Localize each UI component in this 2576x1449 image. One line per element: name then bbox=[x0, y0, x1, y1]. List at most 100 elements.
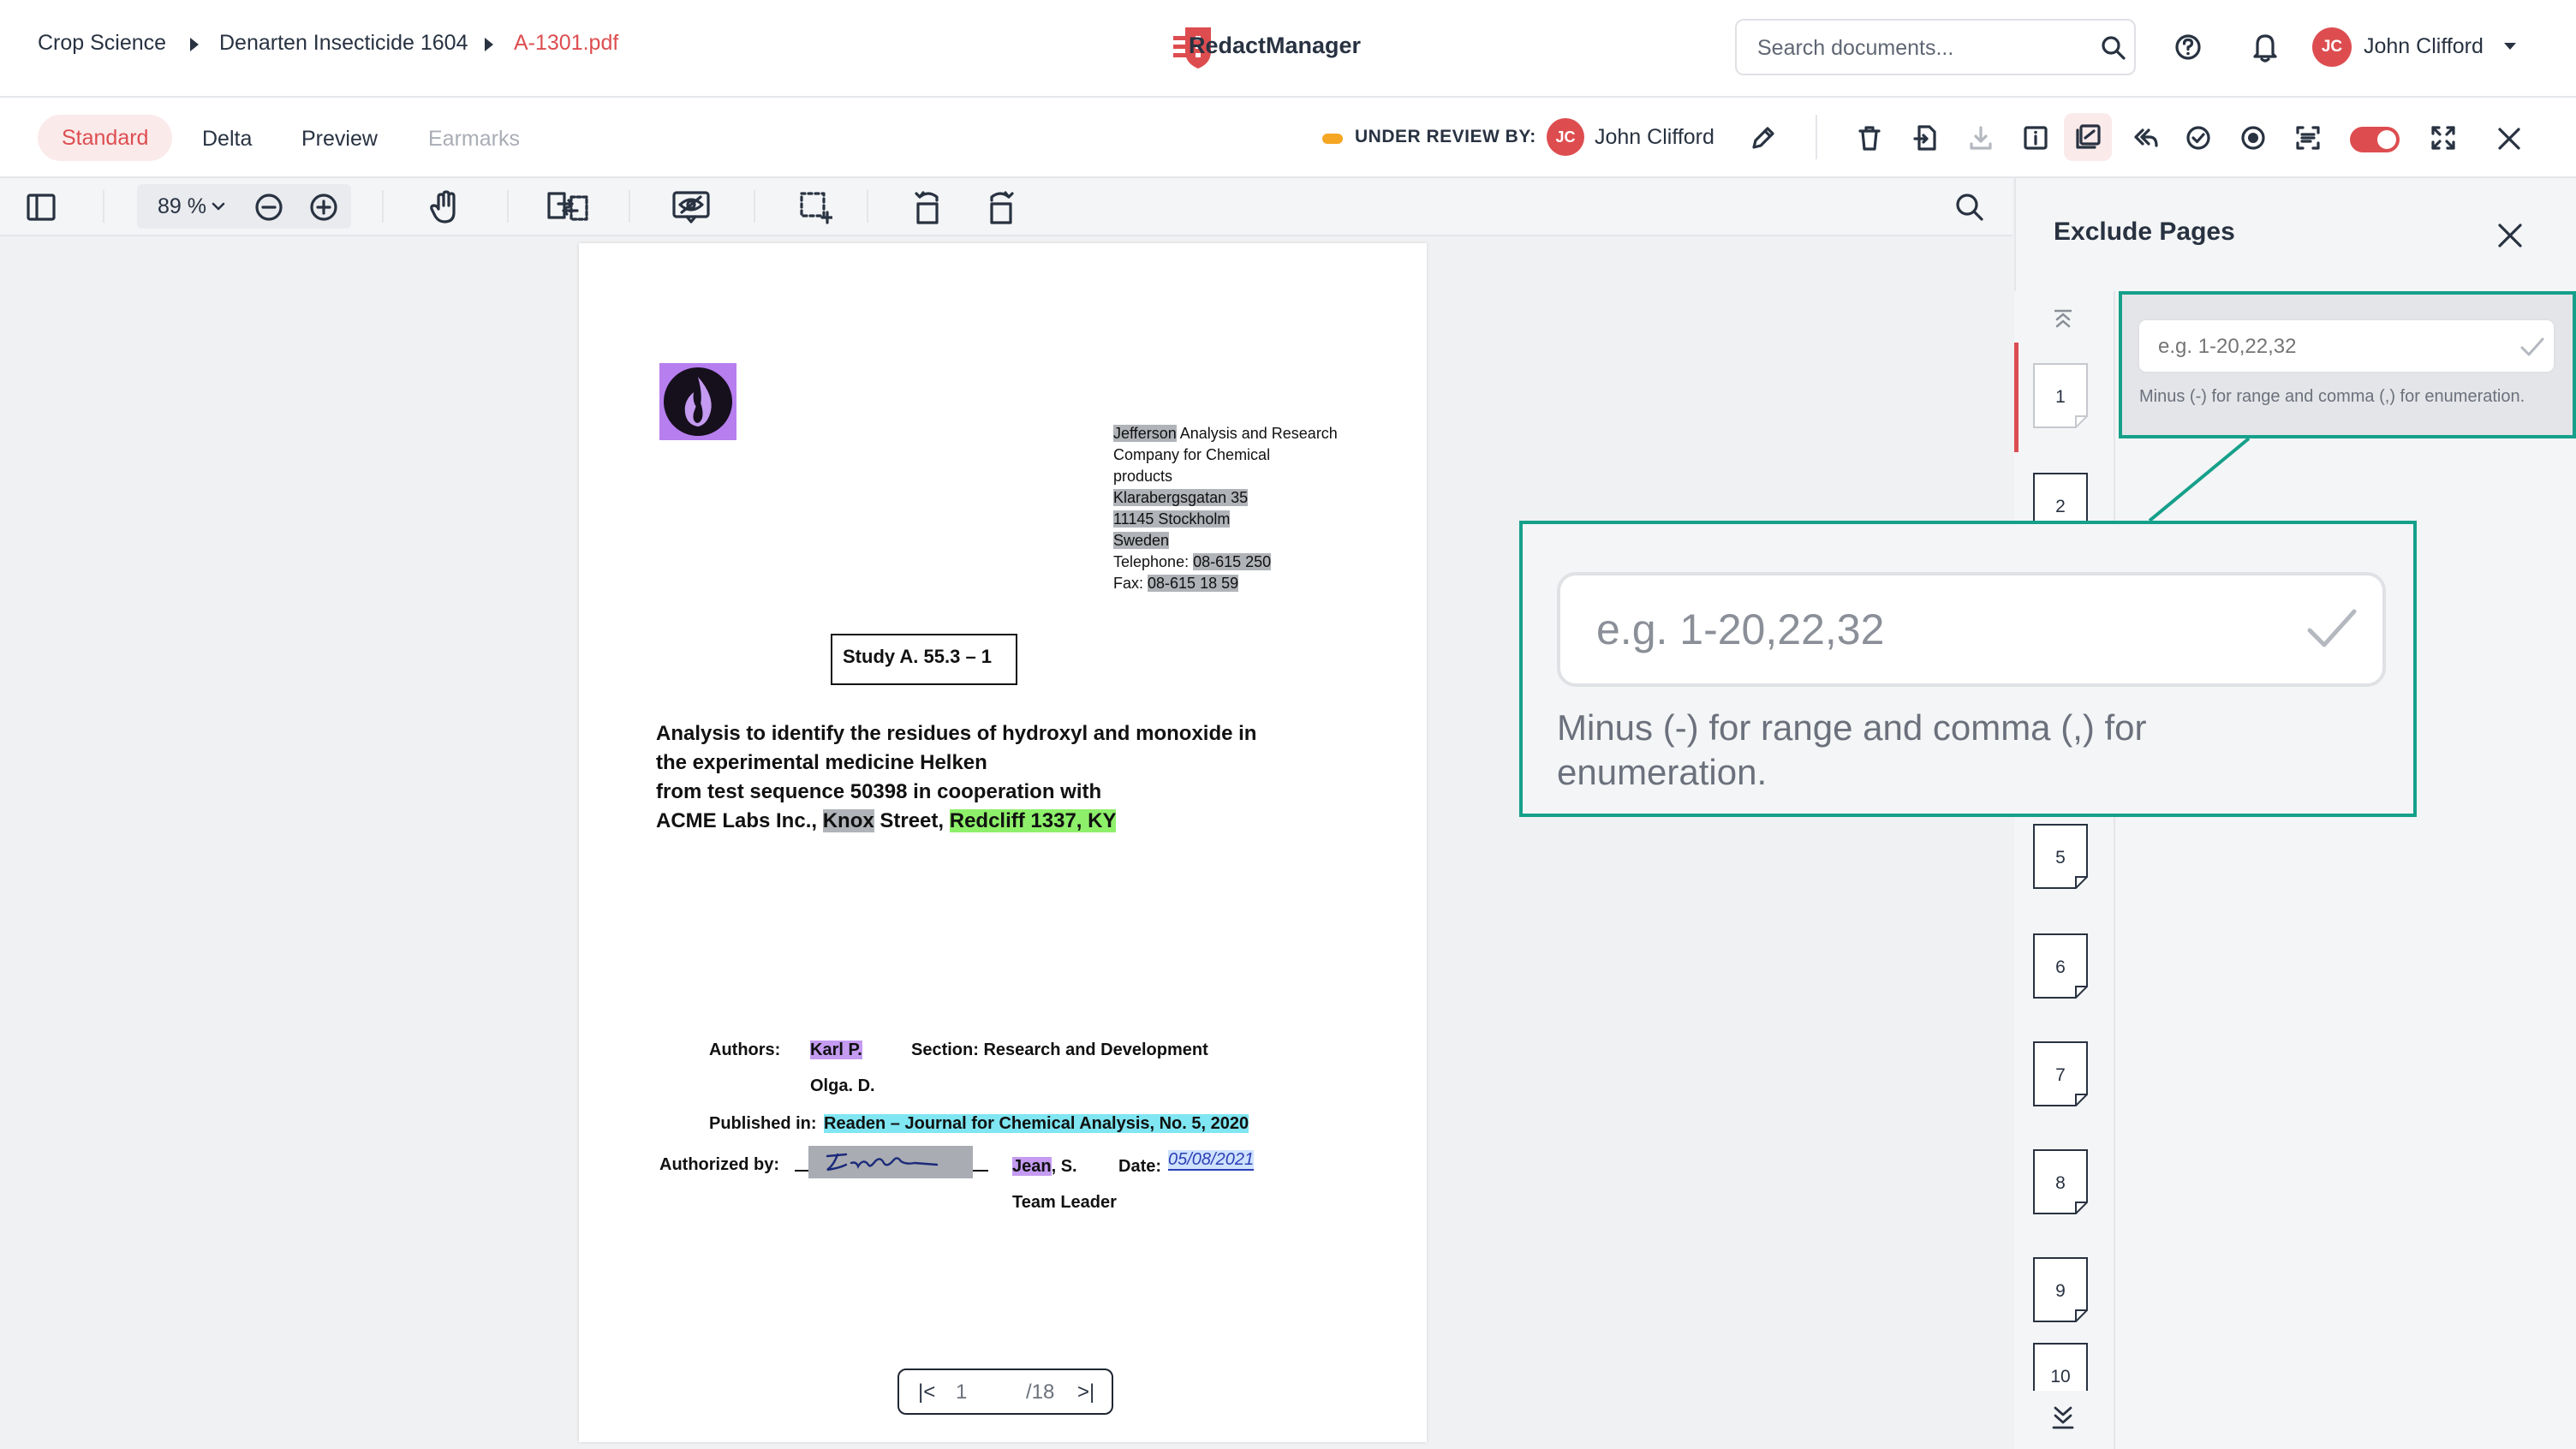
handwritten-signature-icon bbox=[826, 1153, 939, 1172]
close-document-icon[interactable] bbox=[2496, 125, 2523, 152]
page-thumbnail-9[interactable]: 9 bbox=[2033, 1257, 2088, 1322]
export-file-icon[interactable] bbox=[1911, 123, 1941, 152]
zoom-callout: e.g. 1-20,22,32 Minus (-) for range and … bbox=[1519, 521, 2417, 817]
signature-redaction[interactable] bbox=[808, 1146, 973, 1178]
panel-title: Exclude Pages bbox=[2054, 218, 2235, 246]
scroll-to-top-icon[interactable] bbox=[2052, 308, 2074, 331]
document-info-icon[interactable] bbox=[2021, 123, 2050, 152]
page-thumbnail-10[interactable]: 10 bbox=[2033, 1343, 2088, 1391]
redaction-street-name[interactable]: Knox bbox=[822, 809, 874, 832]
redaction-author-1[interactable]: Karl P. bbox=[810, 1041, 862, 1059]
tab-preview[interactable]: Preview bbox=[301, 122, 378, 156]
page-thumbnail-1[interactable]: 1 bbox=[2033, 363, 2088, 428]
user-menu-chevron-down-icon[interactable] bbox=[2504, 43, 2516, 50]
tab-standard[interactable]: Standard bbox=[38, 115, 173, 161]
search-in-document-icon[interactable] bbox=[1954, 192, 1985, 223]
toggle-annotations-eye-icon[interactable] bbox=[671, 190, 711, 224]
help-icon[interactable] bbox=[2174, 33, 2203, 62]
search-icon[interactable] bbox=[2100, 34, 2127, 62]
delete-trash-icon[interactable] bbox=[1855, 123, 1884, 152]
active-page-indicator bbox=[2014, 343, 2018, 452]
company-name-line3: products bbox=[1113, 468, 1173, 485]
redaction-street[interactable]: Klarabergsgatan 35 bbox=[1113, 489, 1249, 506]
notifications-bell-icon[interactable] bbox=[2251, 31, 2280, 63]
study-title-line3: from test sequence 50398 in cooperation … bbox=[656, 780, 1102, 803]
company-telephone: Telephone: 08-615 250 bbox=[1113, 553, 1272, 570]
date-value: 05/08/2021 bbox=[1168, 1149, 1255, 1171]
download-icon[interactable] bbox=[1966, 123, 1995, 152]
page-number: 9 bbox=[2055, 1281, 2066, 1301]
search-box[interactable] bbox=[1735, 19, 2136, 75]
zoom-connector-line bbox=[2148, 437, 2251, 522]
close-panel-icon[interactable] bbox=[2496, 221, 2525, 250]
tool-divider bbox=[629, 190, 630, 223]
pdf-page: Jefferson Analysis and Research Company … bbox=[579, 243, 1427, 1442]
tool-divider bbox=[867, 190, 868, 223]
exclude-pages-button[interactable] bbox=[2064, 113, 2112, 161]
reply-all-icon[interactable] bbox=[2131, 123, 2160, 152]
tab-earmarks[interactable]: Earmarks bbox=[428, 122, 520, 156]
page-thumbnail-8[interactable]: 8 bbox=[2033, 1149, 2088, 1214]
rotate-left-icon[interactable] bbox=[911, 187, 945, 226]
toggle-sidebar-icon[interactable] bbox=[26, 193, 57, 222]
page-number: 7 bbox=[2055, 1065, 2066, 1085]
redaction-signer[interactable]: Jean bbox=[1012, 1157, 1052, 1176]
zoom-in-icon[interactable] bbox=[308, 192, 339, 223]
first-page-icon[interactable]: |< bbox=[918, 1380, 935, 1404]
edit-reviewer-pencil-icon[interactable] bbox=[1749, 123, 1778, 152]
user-name[interactable]: John Clifford bbox=[2364, 34, 2484, 59]
tool-divider bbox=[382, 190, 384, 223]
current-page-input[interactable]: 1 bbox=[956, 1380, 967, 1404]
redaction-location[interactable]: Redcliff 1337, KY bbox=[949, 809, 1117, 832]
top-header: Crop Science Denarten Insecticide 1604 A… bbox=[0, 0, 2576, 98]
document-toolbar: Standard Delta Preview Earmarks UNDER RE… bbox=[0, 98, 2576, 178]
study-title-line4: ACME Labs Inc., Knox Street, Redcliff 13… bbox=[656, 809, 1117, 832]
area-select-icon[interactable] bbox=[798, 190, 832, 224]
confirm-check-icon[interactable] bbox=[2519, 336, 2545, 358]
company-street: Klarabergsgatan 35 bbox=[1113, 487, 1249, 509]
section-label: Section: Research and Development bbox=[911, 1041, 1208, 1059]
zoom-out-icon[interactable] bbox=[253, 192, 284, 223]
company-name-line2: Company for Chemical bbox=[1113, 446, 1271, 463]
scroll-to-bottom-icon[interactable] bbox=[2050, 1403, 2076, 1432]
breadcrumb-file[interactable]: A-1301.pdf bbox=[514, 31, 618, 56]
breadcrumb-dossier[interactable]: Denarten Insecticide 1604 bbox=[219, 31, 468, 56]
toggle-switch[interactable] bbox=[2350, 127, 2400, 152]
page-range-field[interactable] bbox=[2138, 319, 2555, 373]
redaction-publication[interactable]: Readen – Journal for Chemical Analysis, … bbox=[824, 1114, 1249, 1133]
tool-divider bbox=[507, 190, 509, 223]
search-input[interactable] bbox=[1756, 21, 2084, 75]
page-range-hint: Minus (-) for range and comma (,) for en… bbox=[2139, 387, 2525, 406]
user-avatar[interactable]: JC bbox=[2312, 27, 2352, 67]
page-thumbnail-6[interactable]: 6 bbox=[2033, 933, 2088, 999]
ocr-scan-icon[interactable] bbox=[2293, 123, 2323, 152]
page-thumbnail-7[interactable]: 7 bbox=[2033, 1041, 2088, 1106]
compare-pages-icon[interactable] bbox=[546, 190, 589, 223]
breadcrumb-crop-science[interactable]: Crop Science bbox=[38, 31, 166, 56]
record-circle-icon[interactable] bbox=[2239, 123, 2268, 152]
zoomed-placeholder: e.g. 1-20,22,32 bbox=[1596, 605, 1885, 653]
redaction-fax[interactable]: 08-615 18 59 bbox=[1148, 575, 1239, 592]
rotate-right-icon[interactable] bbox=[983, 187, 1017, 226]
redaction-city[interactable]: 11145 Stockholm bbox=[1113, 510, 1231, 528]
redaction-date[interactable]: 05/08/2021 bbox=[1168, 1150, 1255, 1171]
page-range-input[interactable] bbox=[2156, 320, 2502, 373]
flame-logo-icon bbox=[664, 367, 732, 436]
zoom-selector[interactable]: 89 % bbox=[137, 184, 351, 229]
published-value: Readen – Journal for Chemical Analysis, … bbox=[824, 1113, 1249, 1135]
last-page-icon[interactable]: >| bbox=[1077, 1380, 1094, 1404]
redaction-country[interactable]: Sweden bbox=[1113, 532, 1170, 549]
pan-hand-icon[interactable] bbox=[428, 190, 461, 224]
redaction-company[interactable]: Jefferson bbox=[1113, 425, 1177, 442]
approve-check-circle-icon[interactable] bbox=[2184, 123, 2213, 152]
redaction-telephone[interactable]: 08-615 250 bbox=[1193, 553, 1272, 570]
status-indicator bbox=[1322, 134, 1343, 144]
reviewer-avatar: JC bbox=[1547, 118, 1584, 156]
company-fax: Fax: 08-615 18 59 bbox=[1113, 575, 1239, 592]
page-number: 1 bbox=[2055, 387, 2066, 407]
tab-delta[interactable]: Delta bbox=[202, 122, 252, 156]
page-thumbnail-5[interactable]: 5 bbox=[2033, 824, 2088, 889]
app-name: RedactManager bbox=[1189, 33, 1362, 58]
fullscreen-expand-icon[interactable] bbox=[2429, 123, 2458, 152]
company-logo[interactable] bbox=[659, 363, 736, 440]
